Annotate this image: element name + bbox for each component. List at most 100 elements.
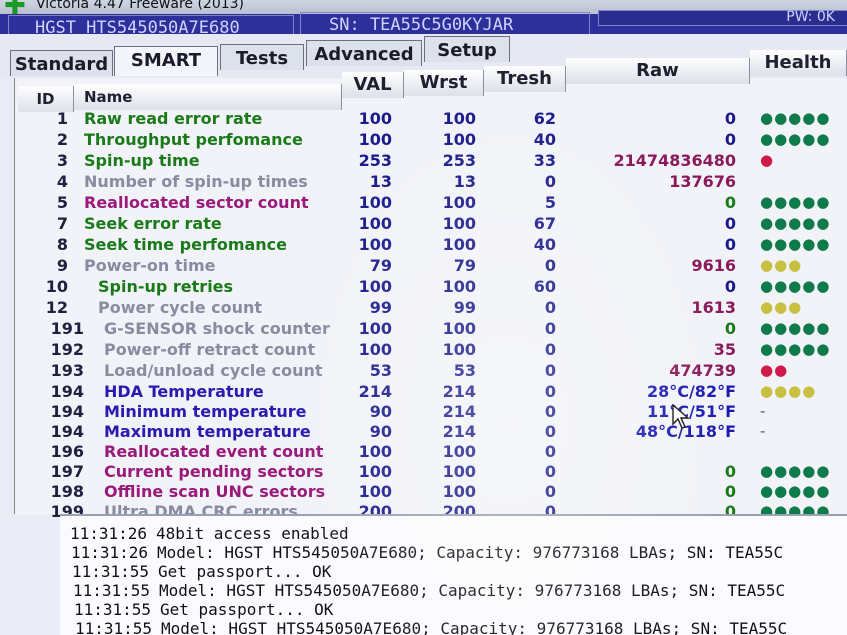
cell-raw: 28°C/82°F [646,382,736,401]
cell-val: 79 [369,256,392,275]
drive-status-indicator: PW: 0K [598,10,847,26]
cell-id: 194 [50,382,84,401]
cell-tresh: 40 [533,235,556,254]
table-row[interactable]: 12 Power cycle count 99 99 0 1613 ●●● [0,297,847,318]
cell-name: Throughput perfomance [84,130,303,149]
health-indicator-icon: ●●●●● [760,462,831,480]
cell-wrst: 100 [442,235,476,254]
log-time: 11:31:55 [72,562,150,581]
table-row[interactable]: 1 Raw read error rate 100 100 62 0 ●●●●● [0,108,847,129]
cell-tresh: 33 [533,151,556,170]
log-line: 11:31:55 Get passport... OK [72,562,331,581]
cell-tresh: 0 [544,442,556,461]
cell-name: Current pending sectors [104,462,324,481]
log-line: 11:31:26 Model: HGST HTS545050A7E680; Cap… [71,543,783,562]
cell-name: Seek error rate [84,214,222,233]
log-text: Model: HGST HTS545050A7E680; Capacity: 9… [157,543,784,562]
cell-raw: 474739 [669,361,736,380]
table-row[interactable]: 5 Reallocated sector count 100 100 5 0 ●●●●● [0,192,847,213]
cell-id: 4 [56,172,68,191]
health-indicator-icon: - [760,422,767,440]
tab-standard[interactable]: Standard [10,50,113,76]
tab-advanced[interactable]: Advanced [306,40,422,66]
cell-raw: 0 [724,482,736,501]
cell-raw: 1613 [691,298,736,317]
cell-name: Seek time perfomance [84,235,288,254]
table-row[interactable]: 191 G-SENSOR shock counter 100 100 0 0 ●●●●● [0,318,847,339]
tab-tests[interactable]: Tests [220,44,304,70]
cell-wrst: 100 [442,482,476,501]
cell-tresh: 5 [544,193,556,212]
cell-id: 196 [50,442,84,461]
cell-wrst: 100 [442,130,476,149]
cell-val: 100 [358,277,392,296]
cell-tresh: 0 [544,340,556,359]
table-row[interactable]: 198 Offline scan UNC sectors 100 100 0 0 ●●●●● [0,481,847,502]
cell-raw: 0 [724,130,736,149]
cell-wrst: 100 [442,442,476,461]
cell-val: 100 [358,482,392,501]
table-row[interactable]: 2 Throughput perfomance 100 100 40 0 ●●●●● [0,129,847,150]
table-row[interactable]: 196 Reallocated event count 100 100 0 [0,441,847,462]
cell-name: Maximum temperature [104,422,311,441]
window-title: Victoria 4.47 Freeware (2013) [36,0,245,12]
table-row[interactable]: 194 Maximum temperature 90 214 0 48°C/118°F - [0,421,847,442]
event-log: 11:31:26 48bit access enabled 11:31:26 Mode… [60,514,847,635]
header-wrst[interactable]: Wrst [404,70,484,96]
tab-smart[interactable]: SMART [114,46,218,76]
header-tresh[interactable]: Tresh [484,66,566,92]
header-raw[interactable]: Raw [566,58,750,84]
cell-id: 191 [50,319,84,338]
log-time: 11:31:55 [75,619,153,635]
cell-tresh: 40 [533,130,556,149]
table-row[interactable]: 7 Seek error rate 100 100 67 0 ●●●●● [0,213,847,234]
log-line: 11:31:55 Get passport... OK [74,600,333,619]
cell-id: 193 [50,361,84,380]
cell-val: 100 [358,214,392,233]
cell-id: 12 [45,298,68,317]
table-row[interactable]: 192 Power-off retract count 100 100 0 35 ●●●●● [0,339,847,360]
log-text: Get passport... OK [158,562,332,581]
victoria-window: ✚ Victoria 4.47 Freeware (2013) HGST HTS… [0,0,847,635]
cell-tresh: 0 [544,422,556,441]
table-row[interactable]: 3 Spin-up time 253 253 33 21474836480 ● [0,150,847,171]
log-time: 11:31:55 [73,581,151,600]
cell-tresh: 0 [544,482,556,501]
table-row[interactable]: 9 Power-on time 79 79 0 9616 ●●● [0,255,847,276]
log-text: Model: HGST HTS545050A7E680; Capacity: 9… [159,581,786,600]
log-text: Get passport... OK [160,600,334,619]
tab-setup[interactable]: Setup [424,36,510,62]
table-row[interactable]: 10 Spin-up retries 100 100 60 0 ●●●●● [0,276,847,297]
cell-raw: 137676 [669,172,736,191]
cell-tresh: 0 [544,382,556,401]
table-row[interactable]: 193 Load/unload cycle count 53 53 0 474739 ●● [0,360,847,381]
cell-wrst: 214 [442,402,476,421]
cell-raw: 0 [724,109,736,128]
cell-wrst: 53 [453,361,476,380]
cell-val: 100 [358,109,392,128]
table-row[interactable]: 194 HDA Temperature 214 214 0 28°C/82°F ●●●● [0,381,847,402]
header-name[interactable]: Name [74,84,342,110]
cell-id: 192 [50,340,84,359]
cell-val: 53 [369,361,392,380]
cell-name: G-SENSOR shock counter [104,319,330,338]
cell-val: 100 [358,235,392,254]
cell-val: 13 [369,172,392,191]
cell-wrst: 100 [442,277,476,296]
table-row[interactable]: 197 Current pending sectors 100 100 0 0 ●●●●● [0,461,847,482]
health-indicator-icon: ●●●●● [760,130,831,148]
table-row[interactable]: 4 Number of spin-up times 13 13 0 137676 [0,171,847,192]
cell-name: Load/unload cycle count [104,361,323,380]
header-val[interactable]: VAL [342,72,404,98]
table-row[interactable]: 8 Seek time perfomance 100 100 40 0 ●●●●● [0,234,847,255]
cell-id: 3 [56,151,68,170]
cell-tresh: 62 [533,109,556,128]
table-row[interactable]: 194 Minimum temperature 90 214 0 11°C/51°F - [0,401,847,422]
cell-name: Offline scan UNC sectors [104,482,326,501]
health-indicator-icon: ●●●●● [760,340,831,358]
cell-raw: 0 [724,462,736,481]
cell-name: Power-on time [84,256,216,275]
header-health[interactable]: Health [750,50,847,76]
cell-tresh: 0 [544,361,556,380]
cell-name: Reallocated event count [104,442,324,461]
